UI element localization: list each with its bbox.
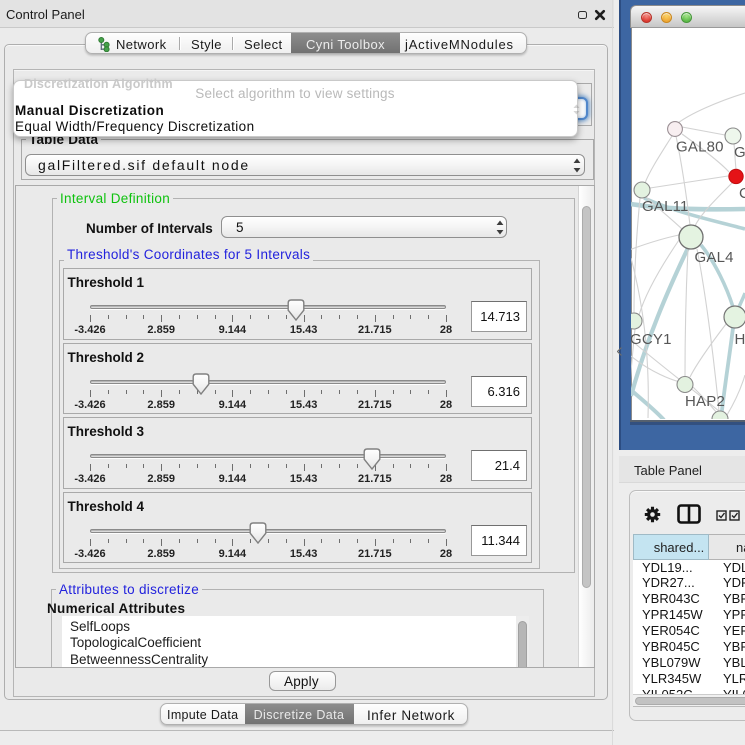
svg-text:H: H — [735, 331, 745, 348]
svg-text:GCY1: GCY1 — [631, 331, 672, 348]
svg-text:GAL11: GAL11 — [642, 198, 689, 215]
svg-text:GAL4: GAL4 — [695, 249, 734, 266]
svg-text:GAL80: GAL80 — [676, 139, 724, 156]
svg-text:HAP2: HAP2 — [685, 393, 725, 410]
svg-text:C: C — [739, 185, 745, 202]
svg-text:GA: GA — [734, 144, 745, 161]
